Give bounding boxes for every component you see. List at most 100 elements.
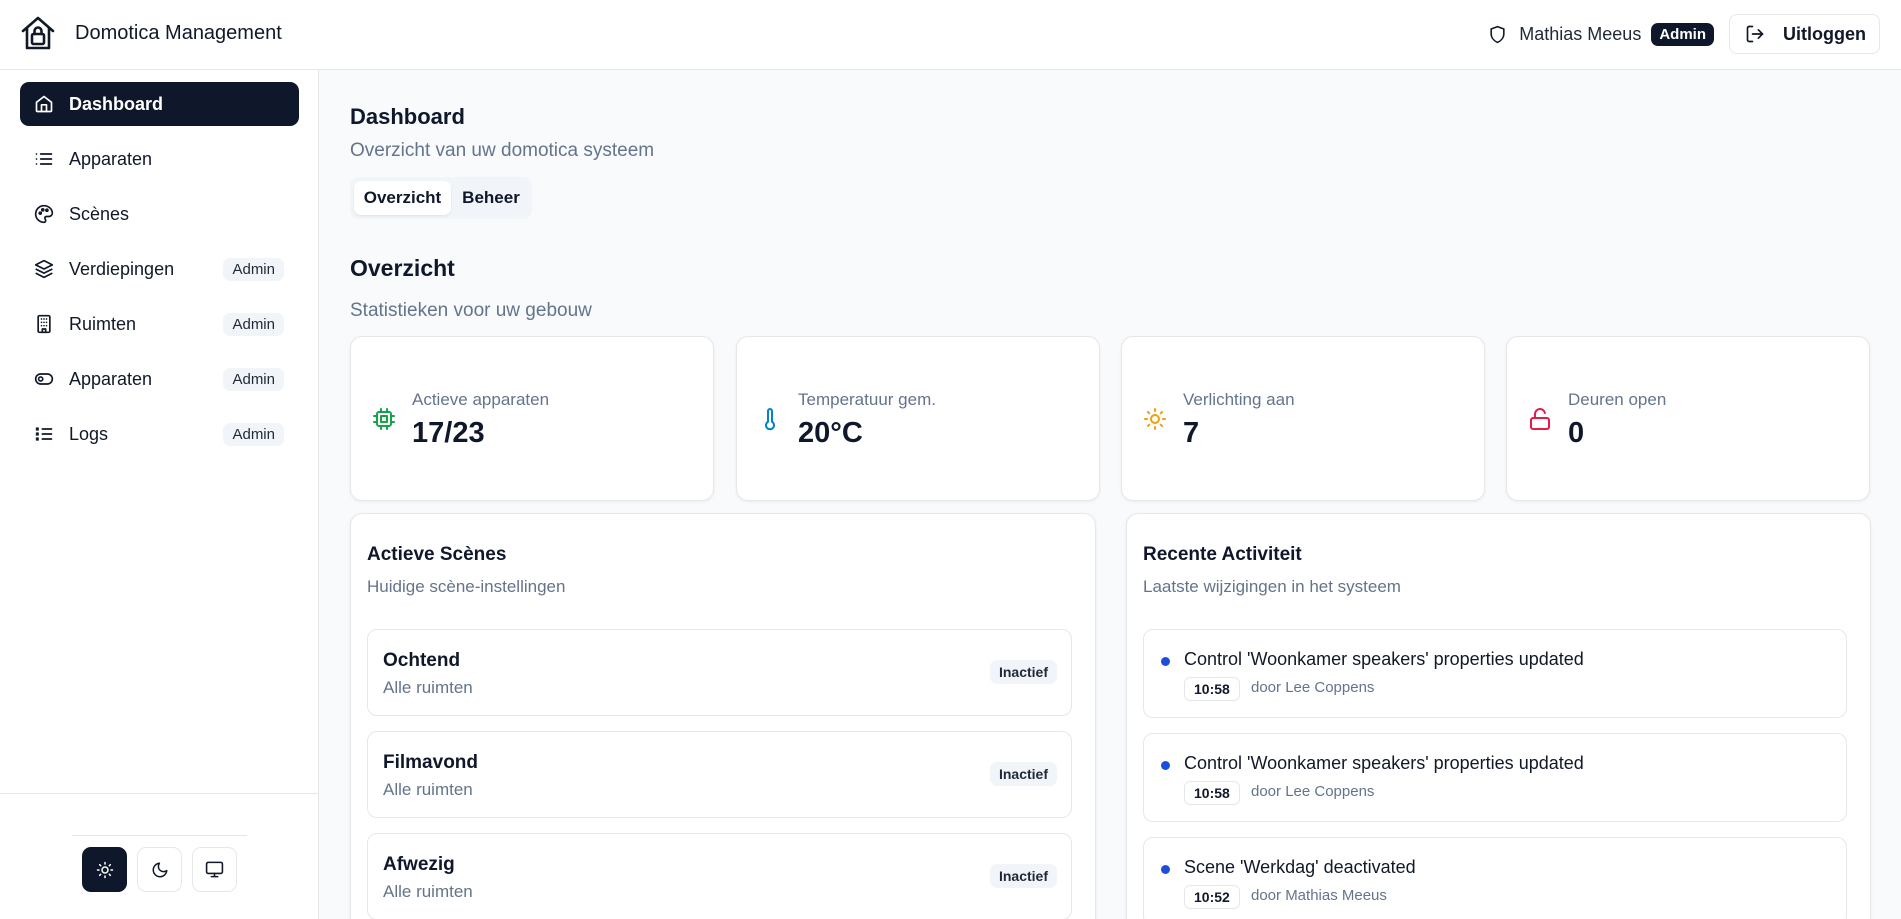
moon-icon [151, 861, 169, 879]
scene-rooms: Alle ruimten [383, 780, 473, 799]
admin-badge: Admin [223, 258, 284, 281]
home-lock-icon [20, 15, 56, 51]
sun-icon [1143, 407, 1167, 431]
theme-system-button[interactable] [192, 847, 237, 892]
scene-rooms: Alle ruimten [383, 678, 473, 697]
admin-badge: Admin [223, 368, 284, 391]
sidebar-item-logs[interactable]: Logs Admin [20, 412, 299, 456]
activity-dot [1161, 865, 1170, 874]
tab-list: Overzicht Beheer [350, 177, 532, 219]
sidebar-item-label: Ruimten [69, 313, 137, 334]
activity-user: door Lee Coppens [1251, 679, 1375, 696]
activity-row: Control 'Woonkamer speakers' properties … [1143, 733, 1847, 822]
palette-icon [34, 204, 54, 224]
scene-name: Ochtend [383, 650, 461, 671]
unlock-icon [1528, 407, 1552, 431]
sidebar-item-label: Apparaten [69, 368, 153, 389]
sidebar-item-label: Dashboard [69, 93, 164, 114]
status-badge: Inactief [989, 762, 1057, 786]
home-icon [34, 94, 54, 114]
scene-rooms: Alle ruimten [383, 882, 473, 901]
activity-user: door Lee Coppens [1251, 783, 1375, 800]
user-name: Mathias Meeus [1519, 23, 1642, 44]
stat-card-active-devices: Actieve apparaten 17/23 [350, 336, 714, 501]
panel-subtitle: Huidige scène-instellingen [367, 577, 566, 596]
section-title: Overzicht [350, 255, 455, 281]
stat-card-lights: Verlichting aan 7 [1121, 336, 1485, 501]
recent-activity-panel: Recente Activiteit Laatste wijzigingen i… [1126, 513, 1871, 919]
sidebar-item-dashboard[interactable]: Dashboard [20, 82, 299, 126]
page-subtitle: Overzicht van uw domotica systeem [350, 140, 655, 161]
sidebar: Dashboard Apparaten Scènes Verdiepingen … [0, 70, 319, 919]
scene-row[interactable]: Afwezig Alle ruimten Inactief [367, 833, 1072, 919]
activity-dot [1161, 761, 1170, 770]
stat-card-doors: Deuren open 0 [1506, 336, 1870, 501]
stat-label: Temperatuur gem. [798, 390, 936, 409]
admin-badge: Admin [223, 313, 284, 336]
scene-row[interactable]: Filmavond Alle ruimten Inactief [367, 731, 1072, 818]
stat-card-temperature: Temperatuur gem. 20°C [736, 336, 1100, 501]
sidebar-item-label: Logs [69, 423, 109, 444]
sidebar-footer [0, 793, 319, 919]
toggle-icon [34, 369, 54, 389]
stat-value: 17/23 [412, 417, 485, 449]
sun-icon [96, 861, 114, 879]
brand[interactable]: Domotica Management [20, 15, 282, 51]
activity-message: Control 'Woonkamer speakers' properties … [1184, 649, 1584, 669]
logout-button[interactable]: Uitloggen [1729, 14, 1880, 54]
layers-icon [34, 259, 54, 279]
section-subtitle: Statistieken voor uw gebouw [350, 300, 592, 321]
activity-time: 10:58 [1184, 677, 1240, 701]
sidebar-item-verdiepingen[interactable]: Verdiepingen Admin [20, 247, 299, 291]
sidebar-item-label: Verdiepingen [69, 258, 175, 279]
activity-message: Control 'Woonkamer speakers' properties … [1184, 753, 1584, 773]
page-title: Dashboard [350, 104, 465, 129]
list-icon [34, 149, 54, 169]
log-out-icon [1745, 24, 1765, 44]
tab-beheer[interactable]: Beheer [453, 181, 529, 215]
admin-badge: Admin [223, 423, 284, 446]
panel-title: Actieve Scènes [367, 544, 507, 565]
scene-name: Filmavond [383, 752, 479, 773]
list-checks-icon [34, 424, 54, 444]
monitor-icon [205, 860, 224, 879]
logout-label: Uitloggen [1783, 23, 1866, 44]
status-badge: Inactief [989, 660, 1057, 684]
theme-dark-button[interactable] [137, 847, 182, 892]
cpu-icon [372, 407, 396, 431]
theme-light-button[interactable] [82, 847, 127, 892]
top-header: Domotica Management Mathias Meeus Admin … [0, 0, 1901, 70]
active-scenes-panel: Actieve Scènes Huidige scène-instellinge… [350, 513, 1096, 919]
divider [72, 835, 247, 836]
activity-row: Scene 'Werkdag' deactivated 10:52 door M… [1143, 837, 1847, 919]
stat-label: Actieve apparaten [412, 390, 550, 409]
activity-time: 10:52 [1184, 885, 1240, 909]
panel-subtitle: Laatste wijzigingen in het systeem [1143, 577, 1401, 596]
activity-user: door Mathias Meeus [1251, 887, 1387, 904]
sidebar-item-scenes[interactable]: Scènes [20, 192, 299, 236]
sidebar-item-apparaten[interactable]: Apparaten [20, 137, 299, 181]
app-title: Domotica Management [75, 21, 282, 44]
activity-dot [1161, 657, 1170, 666]
status-badge: Inactief [989, 864, 1057, 888]
stat-value: 20°C [798, 417, 863, 449]
stat-value: 0 [1568, 417, 1585, 449]
stat-label: Verlichting aan [1183, 390, 1295, 409]
stat-value: 7 [1183, 417, 1200, 449]
role-badge: Admin [1651, 22, 1714, 46]
sidebar-item-label: Apparaten [69, 148, 153, 169]
sidebar-item-ruimten[interactable]: Ruimten Admin [20, 302, 299, 346]
thermometer-icon [758, 407, 782, 431]
sidebar-item-label: Scènes [69, 203, 130, 224]
activity-time: 10:58 [1184, 781, 1240, 805]
building-icon [34, 314, 54, 334]
sidebar-item-apparaten-beheer[interactable]: Apparaten Admin [20, 357, 299, 401]
panel-title: Recente Activiteit [1143, 544, 1302, 565]
user-area: Mathias Meeus Admin Uitloggen [1488, 14, 1880, 54]
stat-label: Deuren open [1568, 390, 1667, 409]
activity-message: Scene 'Werkdag' deactivated [1184, 857, 1416, 877]
tab-overzicht[interactable]: Overzicht [354, 181, 451, 215]
scene-row[interactable]: Ochtend Alle ruimten Inactief [367, 629, 1072, 716]
shield-icon [1488, 25, 1507, 44]
scene-name: Afwezig [383, 854, 455, 875]
